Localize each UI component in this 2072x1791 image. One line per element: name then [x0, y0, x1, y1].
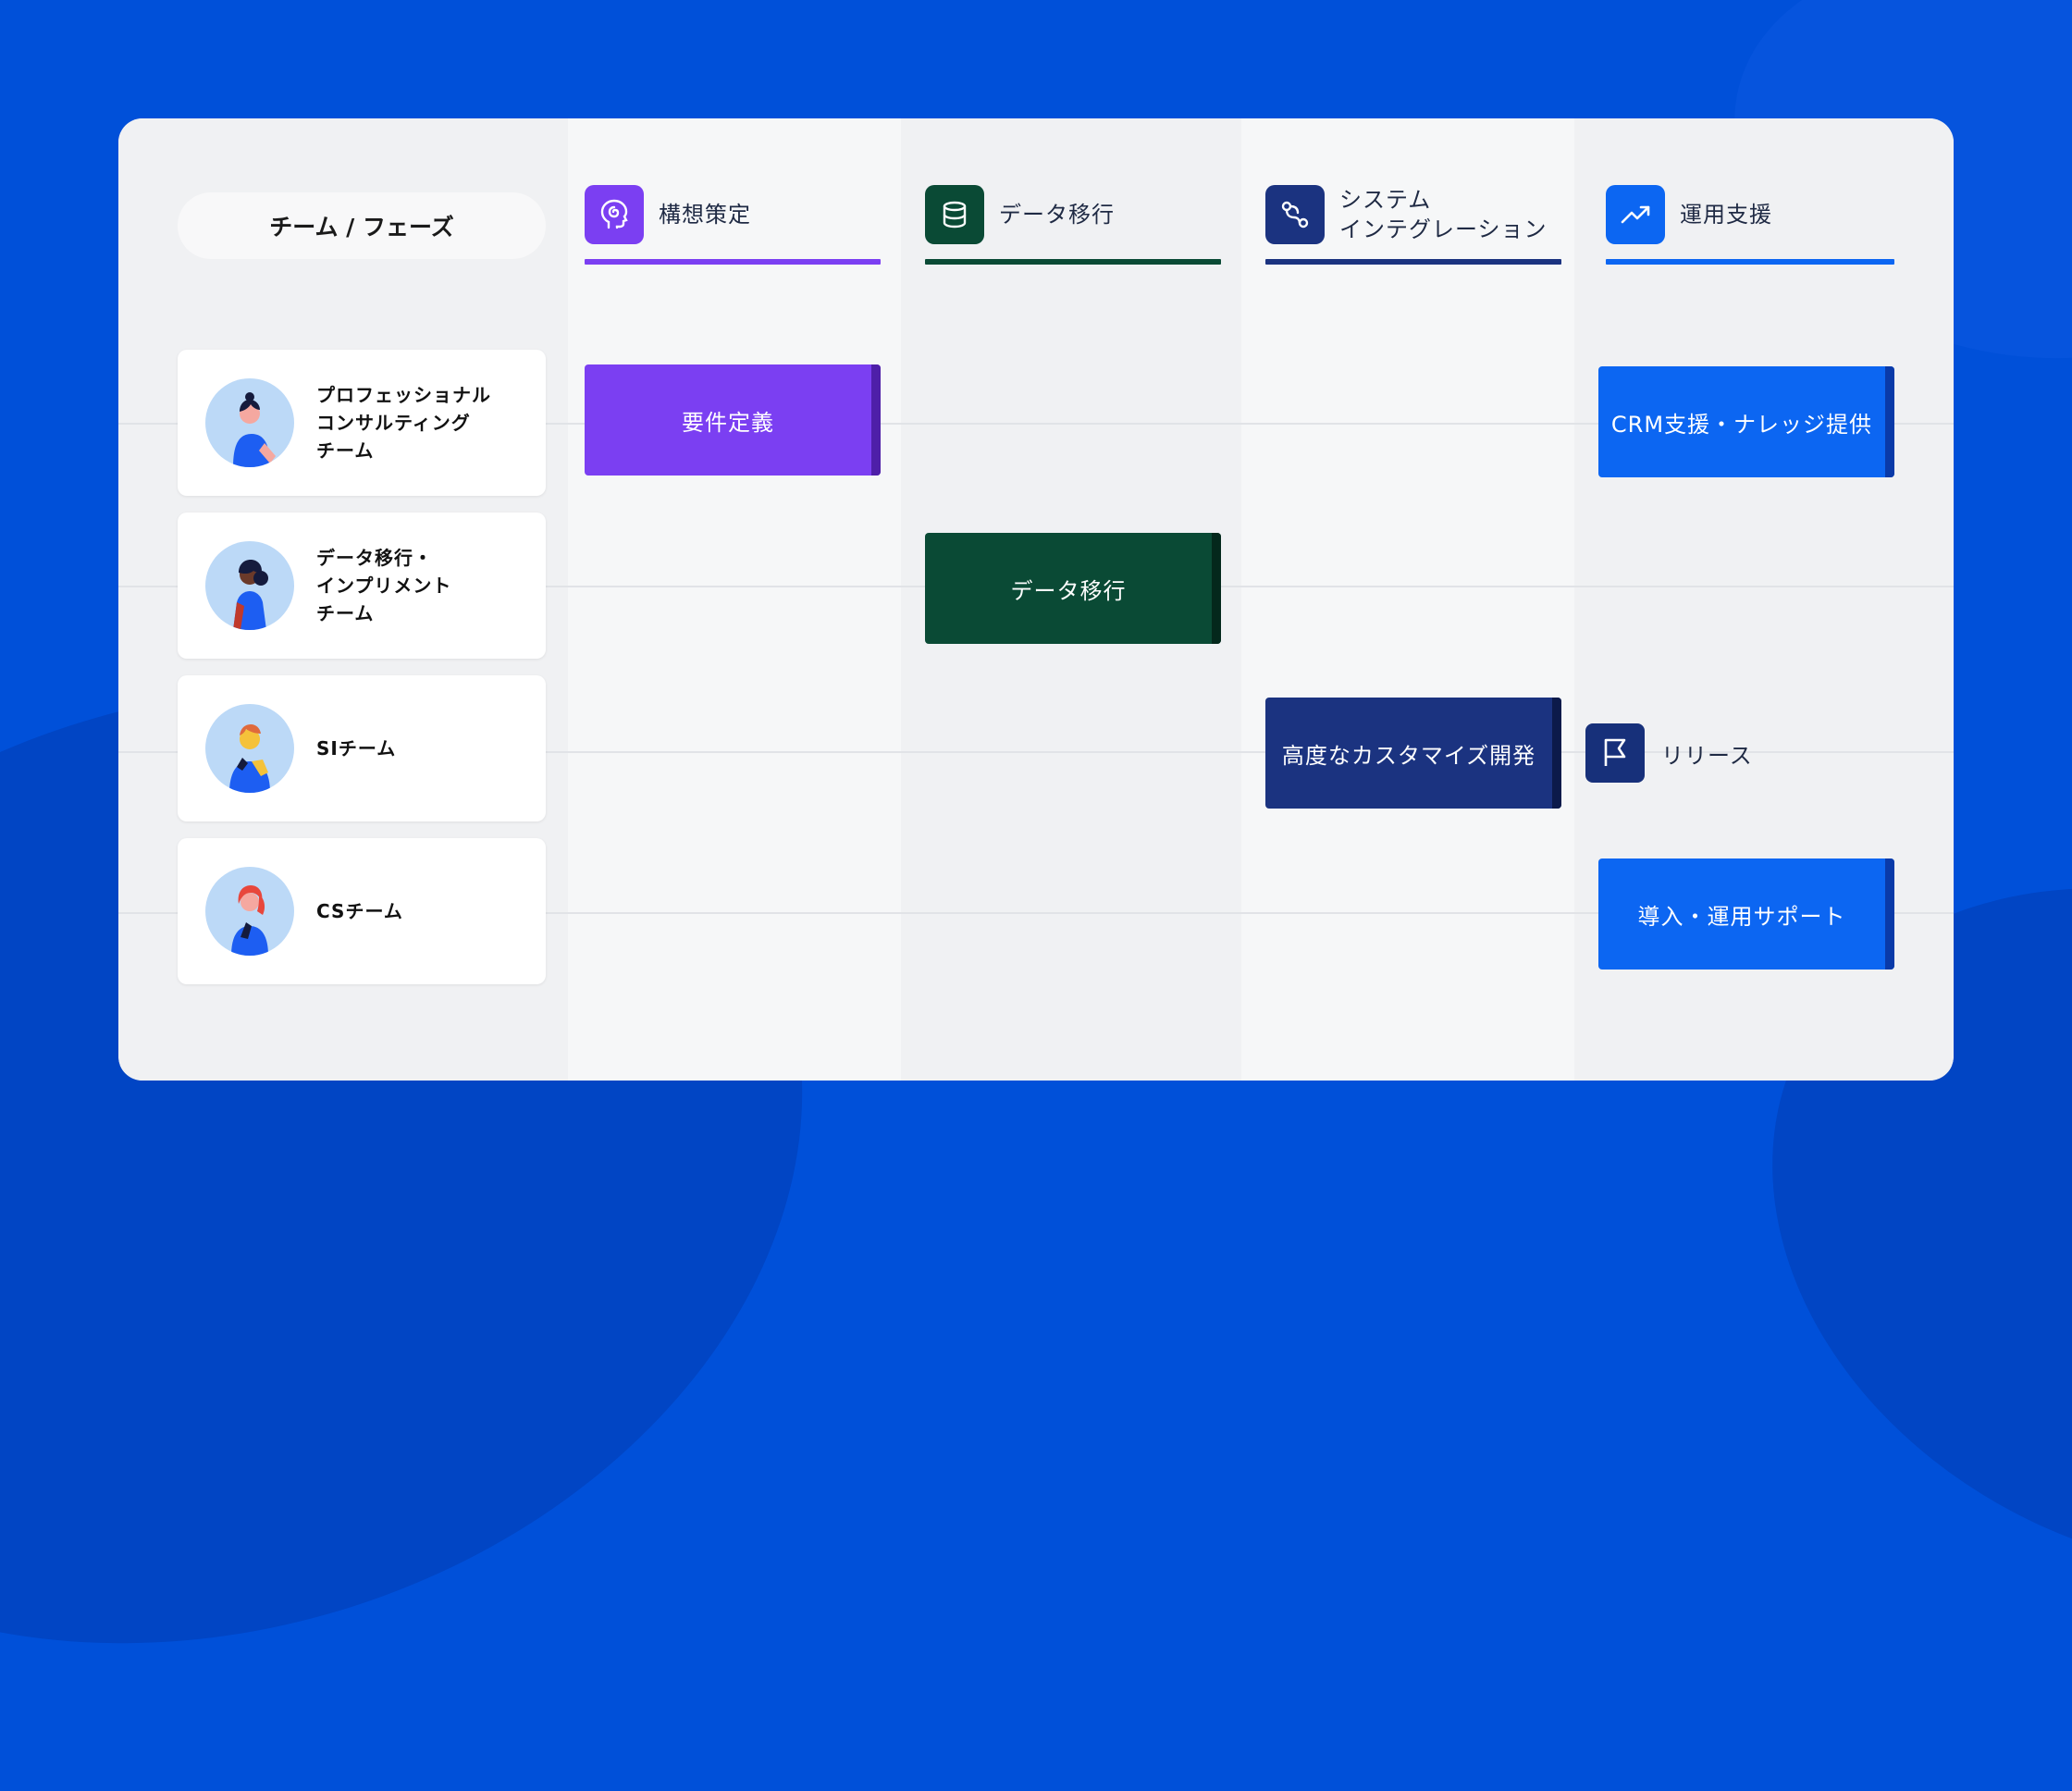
corner-label: チーム / フェーズ: [178, 192, 546, 259]
team-card-data-migration: データ移行・ インプリメント チーム: [178, 513, 546, 659]
phase-header-system-integration: システム インテグレーション: [1265, 185, 1561, 303]
phase-underline: [925, 259, 1221, 265]
phase-underline: [1265, 259, 1561, 265]
task-edge: [1885, 858, 1894, 970]
head-spiral-icon: [585, 185, 644, 244]
si-avatar-icon: [205, 704, 294, 793]
task-onboarding-support[interactable]: 導入・運用サポート: [1598, 858, 1894, 970]
milestone-label: リリース: [1661, 742, 1753, 769]
integration-link-icon: [1265, 185, 1325, 244]
task-data-migration[interactable]: データ移行: [925, 533, 1221, 644]
team-card-consulting: プロフェッショナル コンサルティング チーム: [178, 350, 546, 496]
database-icon: [925, 185, 984, 244]
phase-header-concept: 構想策定: [585, 185, 881, 303]
trend-up-icon: [1606, 185, 1665, 244]
task-label: CRM支援・ナレッジ提供: [1610, 411, 1873, 438]
swimlane-diagram: チーム / フェーズ 構想策定 データ移行 システム インテグレーション 運用支…: [118, 118, 1954, 1081]
phase-underline: [1606, 259, 1894, 265]
task-label: データ移行: [1010, 577, 1127, 604]
team-name: CSチーム: [316, 900, 403, 922]
team-name: SIチーム: [316, 737, 397, 760]
task-edge: [1552, 698, 1561, 809]
flag-icon: [1585, 723, 1645, 783]
team-card-si: SIチーム: [178, 675, 546, 821]
phase-header-operation-support: 運用支援: [1606, 185, 1894, 303]
task-edge: [1212, 533, 1221, 644]
phase-title: 運用支援: [1680, 202, 1772, 228]
task-edge: [1885, 366, 1894, 477]
phase-title: システム インテグレーション: [1339, 187, 1548, 242]
task-label: 高度なカスタマイズ開発: [1281, 742, 1536, 769]
team-card-cs: CSチーム: [178, 838, 546, 984]
phase-underline: [585, 259, 881, 265]
cs-avatar-icon: [205, 867, 294, 956]
task-custom-development[interactable]: 高度なカスタマイズ開発: [1265, 698, 1561, 809]
task-crm-support[interactable]: CRM支援・ナレッジ提供: [1598, 366, 1894, 477]
task-requirements[interactable]: 要件定義: [585, 364, 881, 476]
task-label: 導入・運用サポート: [1637, 903, 1846, 930]
phase-title: 構想策定: [659, 202, 751, 228]
phase-header-data-migration: データ移行: [925, 185, 1221, 303]
team-name: データ移行・ インプリメント チーム: [316, 547, 452, 624]
task-label: 要件定義: [682, 409, 774, 436]
task-edge: [871, 364, 881, 476]
team-name: プロフェッショナル コンサルティング チーム: [316, 384, 491, 462]
consultant-avatar-icon: [205, 378, 294, 467]
data-migration-avatar-icon: [205, 541, 294, 630]
phase-title: データ移行: [999, 202, 1115, 228]
